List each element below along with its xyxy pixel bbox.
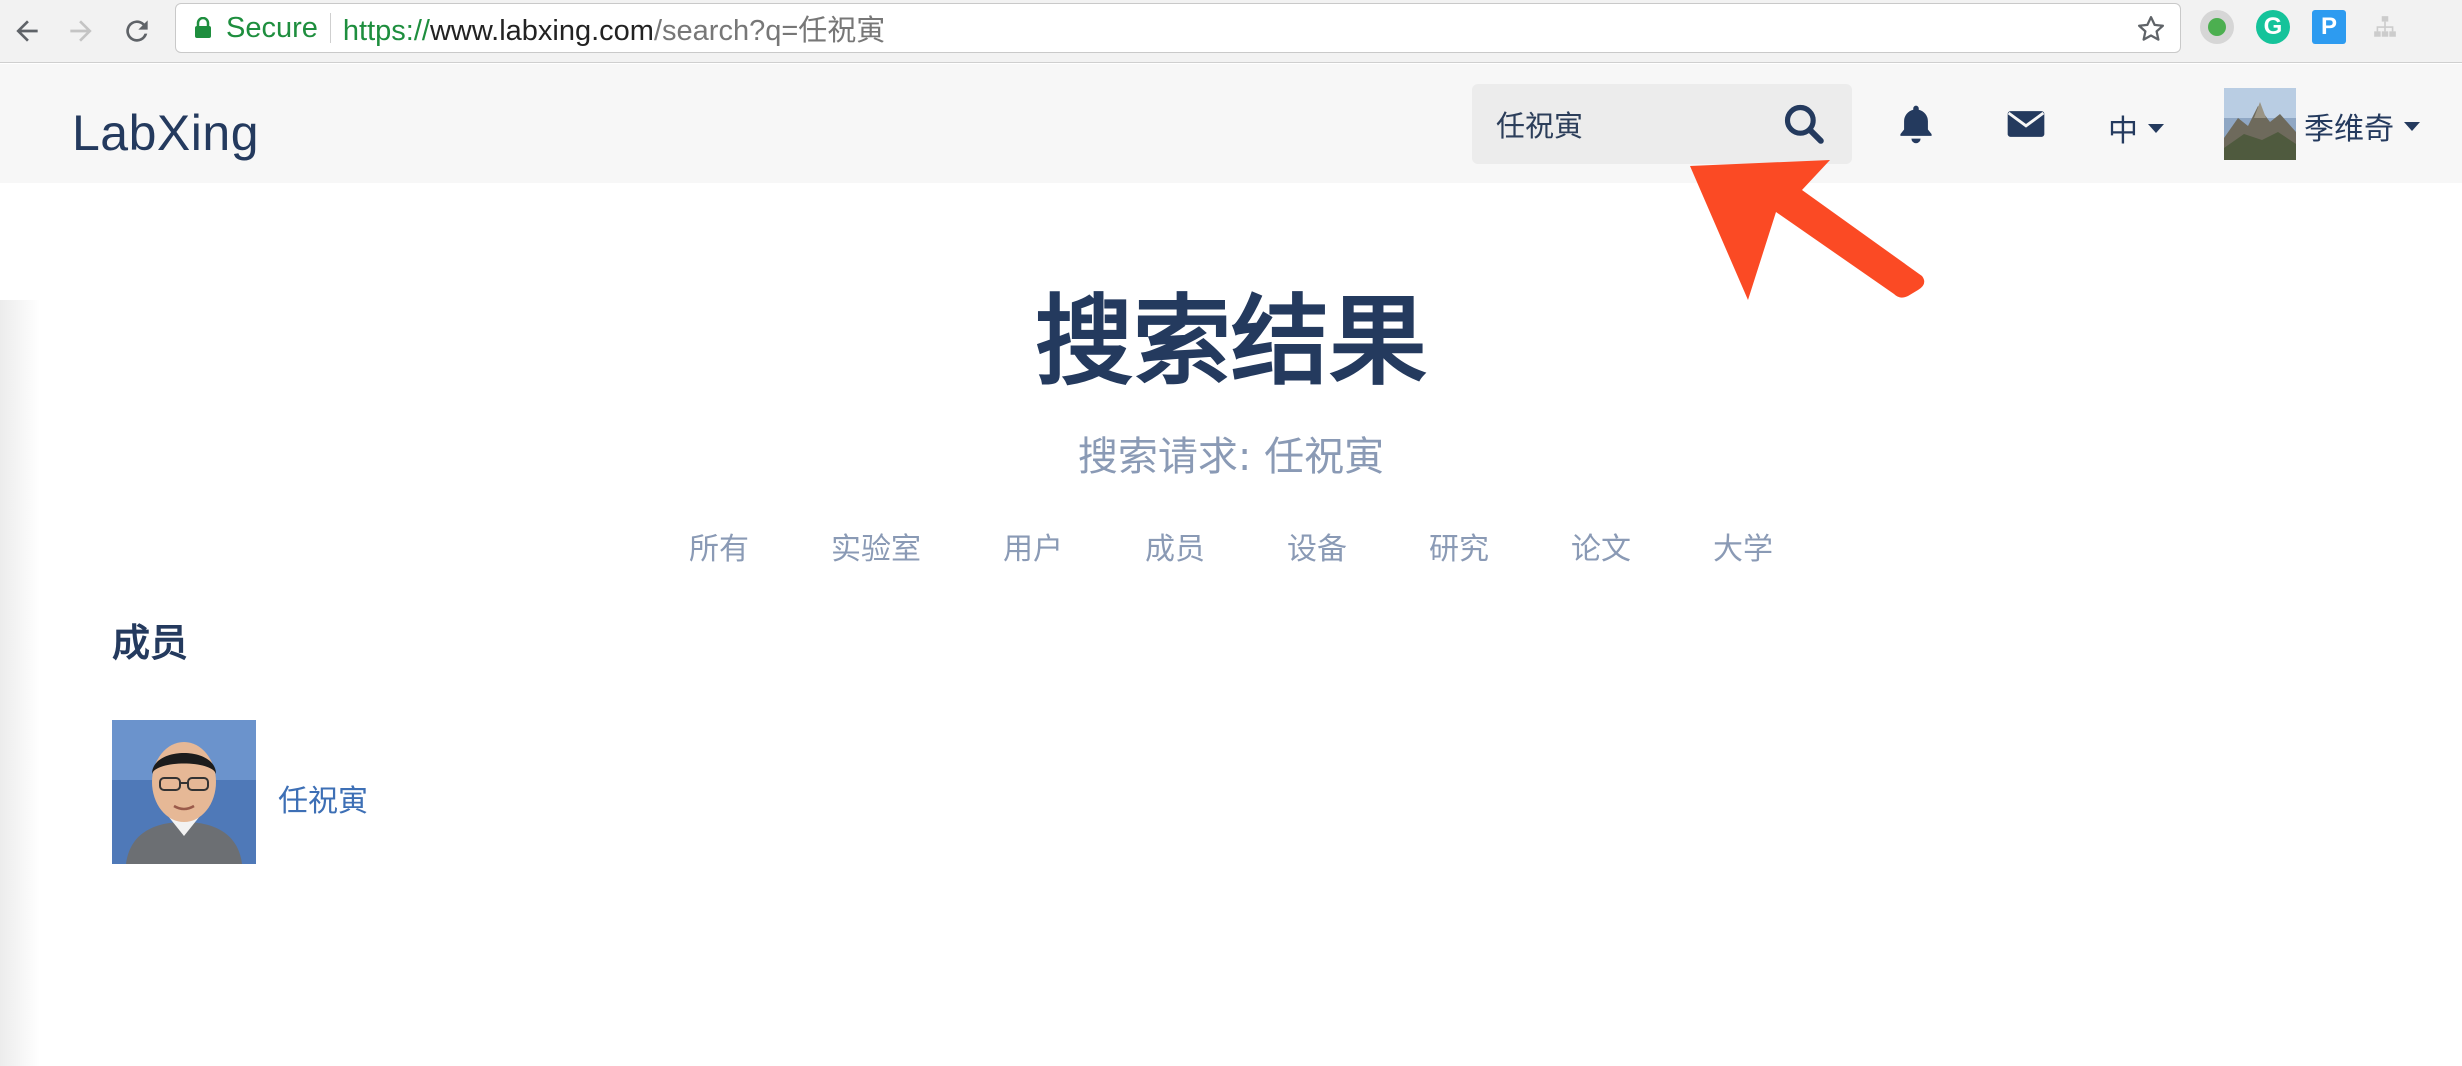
reload-button[interactable]	[114, 8, 160, 54]
sitemap-icon	[2374, 16, 2396, 37]
filter-tab-universities[interactable]: 大学	[1672, 524, 1814, 568]
notifications-bell-icon[interactable]	[1894, 102, 1938, 146]
bookmark-star-icon[interactable]	[2136, 14, 2166, 44]
back-arrow-icon	[16, 20, 38, 42]
filter-tab-labs[interactable]: 实验室	[790, 524, 962, 568]
address-separator	[329, 13, 331, 43]
username-label: 季维奇	[2304, 112, 2394, 147]
filter-tab-equipment[interactable]: 设备	[1246, 524, 1388, 568]
annotation-arrow-icon	[1690, 160, 1925, 300]
url-path: /search?q=任祝寅	[653, 15, 886, 47]
browser-toolbar: Secure https://www.labxing.com/search?q=…	[0, 0, 2462, 63]
messages-envelope-icon[interactable]	[2004, 102, 2048, 146]
green-dot-extension-icon[interactable]	[2200, 10, 2234, 44]
avatar-photo	[2224, 88, 2296, 160]
chevron-down-icon	[2148, 123, 2164, 133]
search-input[interactable]	[1472, 84, 1772, 164]
filter-tab-all[interactable]: 所有	[648, 524, 790, 568]
reload-icon	[126, 20, 148, 42]
url-scheme: https://	[342, 15, 430, 47]
p-extension-glyph: P	[2320, 13, 2337, 40]
member-portrait	[112, 720, 256, 864]
page-title: 搜索结果	[1034, 285, 1427, 399]
url-text[interactable]: https://www.labxing.com/search?q=任祝寅	[343, 7, 885, 49]
language-dropdown[interactable]: 中	[2108, 106, 2164, 150]
filter-tab-papers[interactable]: 论文	[1530, 524, 1672, 568]
sitemap-extension-icon[interactable]	[2368, 10, 2402, 44]
green-dot	[2208, 18, 2226, 36]
secure-label: Secure	[226, 11, 318, 44]
filter-tab-research[interactable]: 研究	[1388, 524, 1530, 568]
forward-button[interactable]	[58, 8, 104, 54]
site-logo[interactable]: LabXing	[72, 104, 259, 162]
left-edge-shadow	[0, 300, 40, 1066]
member-photo[interactable]	[112, 720, 256, 864]
grammarly-glyph: G	[2263, 13, 2283, 40]
lock-icon	[195, 17, 211, 38]
back-button[interactable]	[4, 8, 50, 54]
filter-tab-members[interactable]: 成员	[1104, 524, 1246, 568]
grammarly-icon[interactable]: G	[2256, 10, 2290, 44]
chevron-down-icon	[2404, 121, 2420, 131]
p-extension-icon[interactable]: P	[2312, 10, 2346, 44]
search-query-line: 搜索请求: 任祝寅	[1077, 434, 1385, 480]
language-label: 中	[2108, 114, 2138, 149]
search-icon[interactable]	[1782, 102, 1826, 146]
user-menu[interactable]: 季维奇	[2304, 104, 2420, 148]
member-name-link[interactable]: 任祝寅	[278, 776, 368, 820]
user-avatar[interactable]	[2224, 88, 2296, 160]
url-host: www.labxing.com	[429, 15, 654, 47]
address-bar[interactable]: Secure https://www.labxing.com/search?q=…	[175, 3, 2181, 53]
search-filter-tabs: 所有 实验室 用户 成员 设备 研究 论文 大学	[0, 524, 2462, 568]
filter-tab-users[interactable]: 用户	[962, 524, 1104, 568]
search-box	[1472, 84, 1852, 164]
forward-arrow-icon	[70, 20, 92, 42]
members-section-title: 成员	[112, 621, 189, 665]
site-header: LabXing 中 季维奇	[0, 64, 2462, 183]
